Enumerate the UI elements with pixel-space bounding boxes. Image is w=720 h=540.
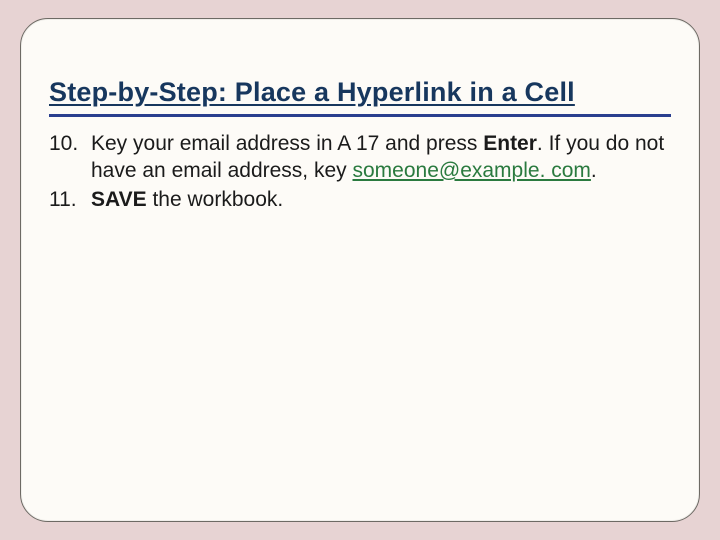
list-item: 11. SAVE the workbook.: [49, 187, 671, 214]
step-text: the workbook.: [152, 188, 283, 211]
step-bold: Enter: [483, 132, 537, 155]
email-link[interactable]: someone@example. com: [352, 159, 590, 182]
list-item: 10. Key your email address in A 17 and p…: [49, 131, 671, 185]
step-list: 10. Key your email address in A 17 and p…: [49, 131, 671, 214]
step-body: Key your email address in A 17 and press…: [91, 131, 671, 185]
title-rule: [49, 114, 671, 117]
step-body: SAVE the workbook.: [91, 187, 671, 214]
slide-title: Step-by-Step: Place a Hyperlink in a Cel…: [49, 77, 671, 108]
content-panel: Step-by-Step: Place a Hyperlink in a Cel…: [20, 18, 700, 522]
slide: Step-by-Step: Place a Hyperlink in a Cel…: [0, 0, 720, 540]
step-bold: SAVE: [91, 188, 152, 211]
step-text: .: [591, 159, 597, 182]
step-number: 10.: [49, 131, 91, 185]
step-text: Key your email address in A 17 and press: [91, 132, 483, 155]
step-number: 11.: [49, 187, 91, 214]
